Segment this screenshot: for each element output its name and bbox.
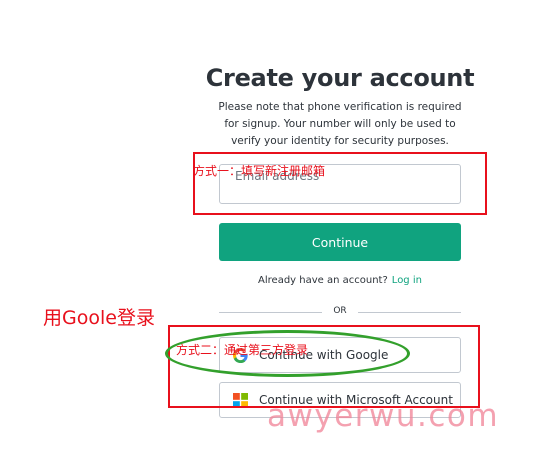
page-title: Create your account bbox=[205, 64, 475, 92]
login-prompt: Already have an account? Log in bbox=[219, 275, 461, 286]
continue-button[interactable]: Continue bbox=[219, 223, 461, 261]
annotation-side-note: 用Goole登录 bbox=[43, 307, 155, 329]
divider-line-right bbox=[358, 312, 461, 313]
page-subtitle: Please note that phone verification is r… bbox=[218, 101, 462, 147]
annotation-method1: 方式一：填写新注册邮箱 bbox=[193, 164, 326, 178]
watermark: awyerwu.com bbox=[267, 398, 500, 434]
login-prompt-text: Already have an account? bbox=[258, 275, 388, 286]
login-link[interactable]: Log in bbox=[392, 275, 422, 286]
divider-line-left bbox=[219, 312, 322, 313]
or-divider: OR bbox=[333, 306, 347, 316]
annotation-method2: 方式二：通过第三方登录 bbox=[176, 343, 309, 357]
